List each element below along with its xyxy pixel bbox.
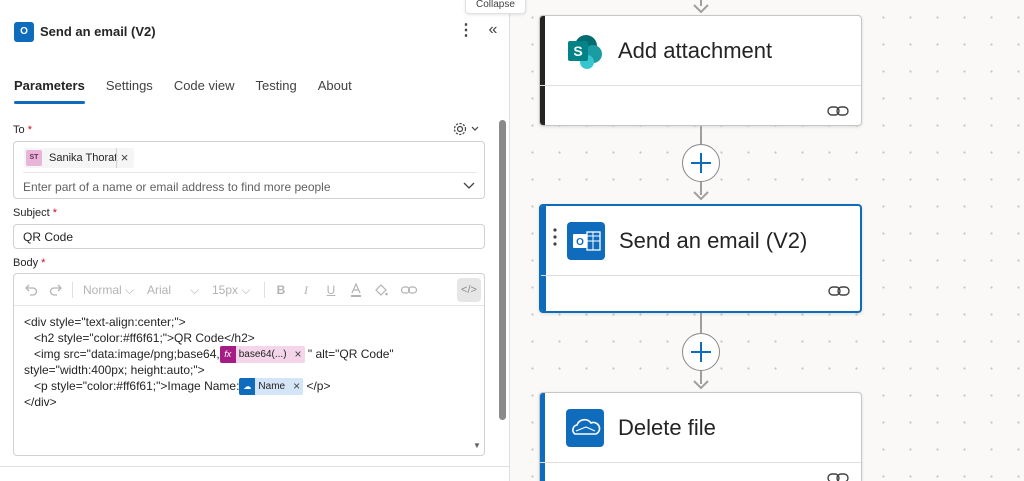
body-editor[interactable]: Normal ⌵ Arial ⌵ 15px ⌵ B I U </> <div s…: [13, 273, 485, 456]
collapse-tooltip: Collapse: [465, 0, 526, 14]
paragraph-style-value: Normal: [83, 283, 122, 297]
tab-about[interactable]: About: [318, 78, 352, 104]
drag-handle-icon[interactable]: [553, 228, 557, 246]
collapse-panel-button[interactable]: «: [485, 20, 501, 42]
code-text: <p style="color:#ff6f61;">Image Name:: [34, 379, 240, 393]
expression-token[interactable]: fx base64(...) ×: [219, 346, 305, 364]
tab-code-view[interactable]: Code view: [174, 78, 235, 104]
subject-label-text: Subject: [13, 207, 50, 219]
chevron-down-icon[interactable]: [462, 178, 476, 192]
required-marker: *: [27, 124, 32, 136]
divider: [23, 172, 477, 173]
arrow-down-icon: [693, 191, 709, 201]
dynamic-content-token[interactable]: ☁ Name ×: [239, 378, 304, 396]
recipient-chip[interactable]: ST Sanika Thorat ×: [24, 148, 134, 168]
required-marker: *: [52, 207, 58, 219]
toolbar-separator: [264, 282, 265, 298]
panel-header: O Send an email (V2) ⋮ «: [0, 0, 510, 62]
tab-settings[interactable]: Settings: [106, 78, 153, 104]
remove-token-icon[interactable]: ×: [295, 346, 302, 363]
chevron-down-icon[interactable]: ⌵: [190, 282, 199, 298]
arrow-down-icon: [693, 380, 709, 390]
recipient-name: Sanika Thorat: [49, 152, 118, 164]
panel-scrollbar[interactable]: [499, 120, 506, 420]
tab-parameters[interactable]: Parameters: [14, 78, 85, 104]
body-label-text: Body: [13, 257, 39, 269]
divider: [0, 466, 510, 467]
to-label: To *: [13, 124, 32, 136]
code-line: </div>: [24, 395, 57, 409]
add-step-button[interactable]: [682, 333, 720, 371]
remove-token-icon[interactable]: ×: [293, 378, 300, 395]
panel-title: Send an email (V2): [40, 24, 156, 39]
font-size-value: 15px: [212, 283, 239, 297]
paragraph-style-dropdown[interactable]: Normal ⌵: [83, 282, 134, 298]
to-label-text: To: [13, 124, 25, 136]
action-card-send-email[interactable]: O Send an email (V2): [539, 204, 862, 313]
recipient-search-input[interactable]: [23, 180, 453, 194]
expression-token-label: base64(...): [238, 349, 287, 361]
code-text: <img src="data:image/png;base64,: [34, 347, 220, 361]
font-size-dropdown[interactable]: 15px ⌵: [212, 282, 250, 298]
gear-icon[interactable]: [453, 121, 481, 137]
avatar: ST: [26, 150, 42, 166]
underline-icon[interactable]: U: [323, 282, 339, 298]
code-line: style="width:400px; height:auto;">: [24, 363, 205, 377]
action-card-delete-file[interactable]: Delete file: [539, 392, 862, 481]
code-text: " alt="QR Code": [304, 347, 394, 361]
connector-line: [700, 313, 702, 333]
subject-input[interactable]: [13, 224, 485, 249]
outlook-icon: O: [567, 222, 605, 260]
card-title: Add attachment: [618, 38, 773, 63]
highlight-icon[interactable]: [373, 282, 389, 298]
code-line: <img src="data:image/png;base64, fx base64…: [24, 346, 474, 364]
tab-testing[interactable]: Testing: [256, 78, 297, 104]
card-title: Delete file: [618, 415, 716, 440]
scroll-down-icon[interactable]: ▼: [472, 441, 482, 451]
editor-toolbar: Normal ⌵ Arial ⌵ 15px ⌵ B I U </>: [14, 274, 484, 306]
link-icon[interactable]: [400, 282, 418, 298]
connector-line: [700, 126, 702, 144]
panel-tabs: Parameters Settings Code view Testing Ab…: [14, 78, 373, 104]
svg-text:S: S: [573, 43, 582, 59]
add-step-button[interactable]: [682, 144, 720, 182]
link-icon[interactable]: [827, 104, 849, 118]
text-color-icon[interactable]: [348, 282, 364, 298]
redo-icon[interactable]: [48, 282, 64, 298]
code-text: </p>: [303, 379, 331, 393]
body-label: Body *: [13, 257, 45, 269]
subject-label: Subject *: [13, 207, 57, 219]
toolbar-separator: [72, 282, 73, 298]
svg-text:O: O: [576, 237, 584, 248]
bold-icon[interactable]: B: [273, 282, 289, 298]
font-family-value: Arial: [147, 283, 172, 297]
link-icon[interactable]: [828, 284, 850, 298]
onedrive-icon: [566, 409, 604, 447]
more-options-button[interactable]: ⋮: [458, 20, 474, 42]
code-view-toggle-icon[interactable]: </>: [457, 278, 481, 302]
required-marker: *: [41, 257, 46, 269]
to-field[interactable]: ST Sanika Thorat ×: [13, 141, 485, 199]
undo-icon[interactable]: [23, 282, 39, 298]
sharepoint-icon: S: [566, 32, 604, 70]
fx-icon: fx: [219, 346, 236, 364]
body-html-code[interactable]: <div style="text-align:center;"> <h2 sty…: [24, 314, 474, 410]
outlook-icon: O: [14, 22, 34, 42]
link-icon[interactable]: [827, 471, 849, 481]
dynamic-token-label: Name: [258, 381, 286, 393]
card-title: Send an email (V2): [619, 228, 808, 253]
onedrive-icon: ☁: [239, 378, 256, 396]
code-line: <h2 style="color:#ff6f61;">QR Code</h2>: [34, 331, 255, 345]
code-line: <div style="text-align:center;">: [24, 315, 186, 329]
font-family-dropdown[interactable]: Arial: [147, 282, 171, 298]
code-line: <p style="color:#ff6f61;">Image Name: ☁ Na…: [24, 378, 474, 396]
action-details-panel: O Send an email (V2) ⋮ « Parameters Sett…: [0, 0, 510, 481]
action-card-add-attachment[interactable]: S Add attachment: [539, 15, 862, 126]
remove-recipient-icon[interactable]: ×: [116, 148, 132, 168]
arrow-down-icon: [693, 4, 709, 14]
italic-icon[interactable]: I: [298, 282, 314, 298]
